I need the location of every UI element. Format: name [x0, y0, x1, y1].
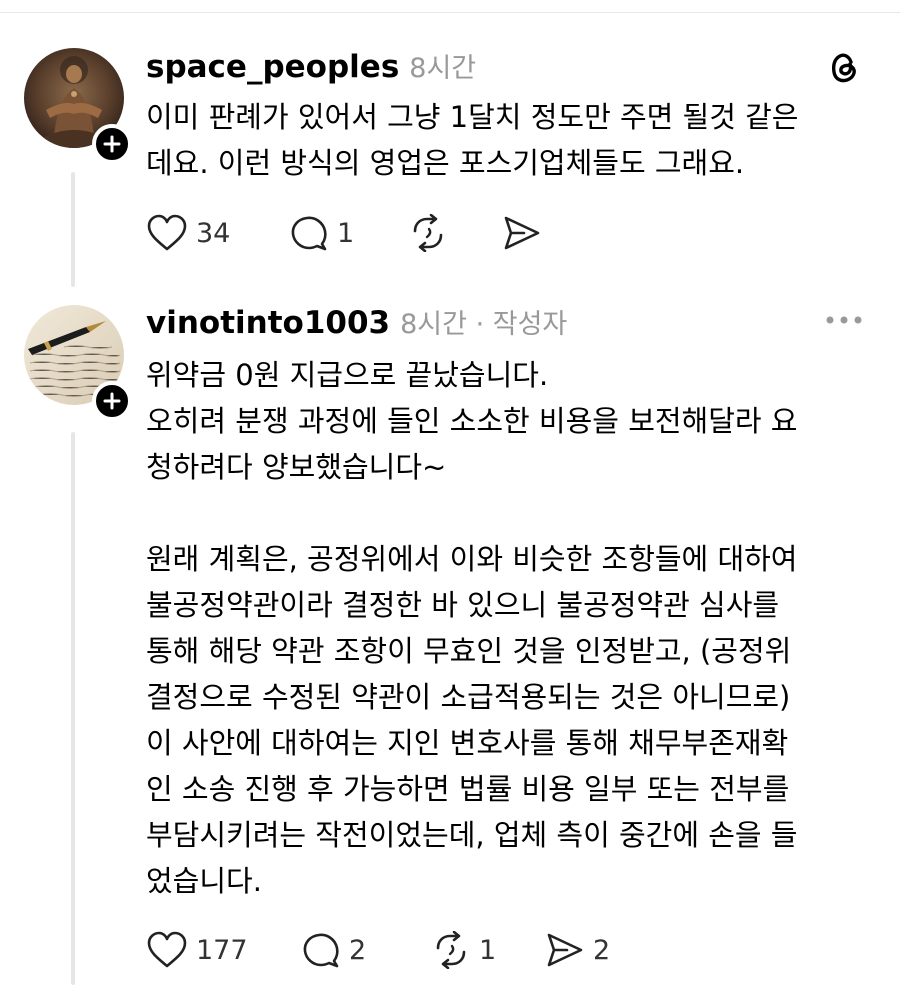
reply-button[interactable]: 1: [289, 214, 408, 252]
follow-plus-button[interactable]: [92, 381, 132, 421]
post-time: 8시간: [409, 53, 477, 84]
avatar-wrap: [24, 48, 132, 164]
plus-icon: [103, 135, 121, 153]
threads-logo-icon[interactable]: [826, 48, 862, 86]
send-icon: [547, 933, 583, 967]
like-button[interactable]: 34: [146, 214, 289, 252]
reply-button[interactable]: 2: [301, 931, 431, 969]
username[interactable]: vinotinto1003: [146, 305, 390, 341]
reply-count: 1: [337, 217, 355, 249]
repost-icon: [413, 214, 443, 252]
top-divider: [0, 0, 900, 13]
like-count: 177: [196, 934, 248, 966]
repost-icon: [436, 931, 466, 969]
action-bar: 34 1: [146, 214, 550, 252]
send-icon: [504, 216, 540, 250]
like-button[interactable]: 177: [146, 931, 301, 969]
thread-line: [71, 172, 75, 287]
post-header: vinotinto1003 8시간 · 작성자: [146, 302, 567, 341]
avatar-wrap: [24, 305, 132, 421]
comment-bubble-icon: [291, 216, 327, 251]
plus-icon: [103, 392, 121, 410]
repost-button[interactable]: [408, 214, 502, 252]
share-count: 2: [593, 934, 611, 966]
thread-line: [71, 432, 75, 985]
post-header: space_peoples 8시간: [146, 46, 476, 85]
heart-icon: [147, 931, 187, 968]
comment-bubble-icon: [303, 933, 339, 968]
post-body: 이미 판례가 있어서 그냥 1달치 정도만 주면 될것 같은 데요. 이런 방식…: [146, 100, 799, 180]
heart-icon: [147, 214, 187, 251]
reply-count: 2: [349, 934, 367, 966]
more-options-icon[interactable]: [824, 314, 864, 326]
share-button[interactable]: 2: [545, 931, 610, 969]
action-bar: 177 2 1 2: [146, 931, 610, 969]
follow-plus-button[interactable]: [92, 124, 132, 164]
share-button[interactable]: [502, 214, 550, 252]
like-count: 34: [196, 217, 231, 249]
repost-button[interactable]: 1: [431, 931, 545, 969]
post-time-author: 8시간 · 작성자: [400, 309, 568, 340]
repost-count: 1: [479, 934, 497, 966]
username[interactable]: space_peoples: [146, 49, 399, 85]
post-body: 위약금 0원 지급으로 끝났습니다. 오히려 분쟁 과정에 들인 소소한 비용을…: [146, 358, 798, 898]
